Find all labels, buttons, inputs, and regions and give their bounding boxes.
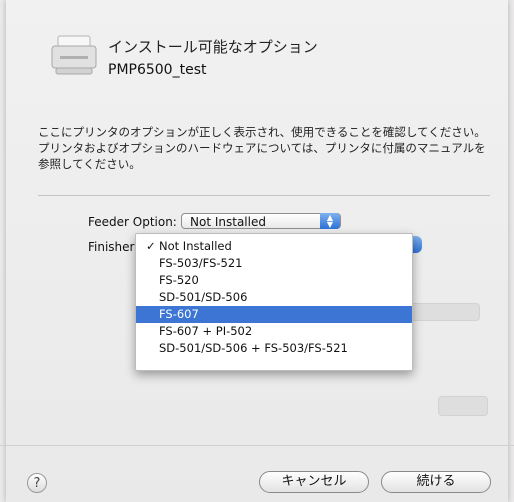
- printer-icon: [51, 35, 97, 75]
- menu-item-selected[interactable]: FS-607: [136, 306, 412, 323]
- menu-item-label: FS-520: [159, 273, 199, 287]
- installable-options-sheet: インストール可能なオプション PMP6500_test ここにプリンタのオプショ…: [0, 0, 514, 502]
- menu-item[interactable]: FS-503/FS-521: [136, 255, 412, 272]
- finisher-label: Finisher: [88, 240, 135, 254]
- feeder-option-popup[interactable]: Not Installed ▲ ▼: [181, 213, 341, 229]
- description-text: ここにプリンタのオプションが正しく表示され、使用できることを確認してください。プ…: [38, 125, 486, 171]
- menu-item[interactable]: SD-501/SD-506: [136, 289, 412, 306]
- finisher-dropdown-menu[interactable]: ✓ Not Installed FS-503/FS-521 FS-520 SD-…: [135, 233, 413, 371]
- feeder-option-value: Not Installed: [190, 215, 266, 229]
- divider: [38, 195, 490, 196]
- menu-item-label: FS-607 + PI-502: [159, 324, 253, 338]
- popup-arrows-icon: ▲ ▼: [320, 213, 340, 229]
- checkmark-icon: ✓: [146, 239, 156, 253]
- menu-item-label: FS-607: [159, 307, 199, 321]
- faded-button: [438, 396, 488, 416]
- menu-item-label: Not Installed: [159, 239, 232, 253]
- printer-name: PMP6500_test: [108, 62, 207, 78]
- menu-item-label: FS-503/FS-521: [159, 256, 243, 270]
- dialog-title: インストール可能なオプション: [108, 38, 318, 56]
- sheet-content: インストール可能なオプション PMP6500_test ここにプリンタのオプショ…: [38, 18, 490, 438]
- menu-item-label: SD-501/SD-506: [159, 290, 248, 304]
- menu-item[interactable]: ✓ Not Installed: [136, 238, 412, 255]
- feeder-option-label: Feeder Option:: [88, 215, 177, 229]
- footer-divider: [0, 445, 514, 446]
- menu-item-label: SD-501/SD-506 + FS-503/FS-521: [159, 341, 348, 355]
- cancel-button[interactable]: キャンセル: [259, 471, 369, 493]
- help-button[interactable]: ?: [27, 473, 47, 493]
- sheet-header: インストール可能なオプション PMP6500_test: [38, 18, 490, 88]
- menu-item[interactable]: FS-520: [136, 272, 412, 289]
- menu-item[interactable]: SD-501/SD-506 + FS-503/FS-521: [136, 340, 412, 357]
- continue-button[interactable]: 続ける: [381, 471, 491, 493]
- menu-item[interactable]: FS-607 + PI-502: [136, 323, 412, 340]
